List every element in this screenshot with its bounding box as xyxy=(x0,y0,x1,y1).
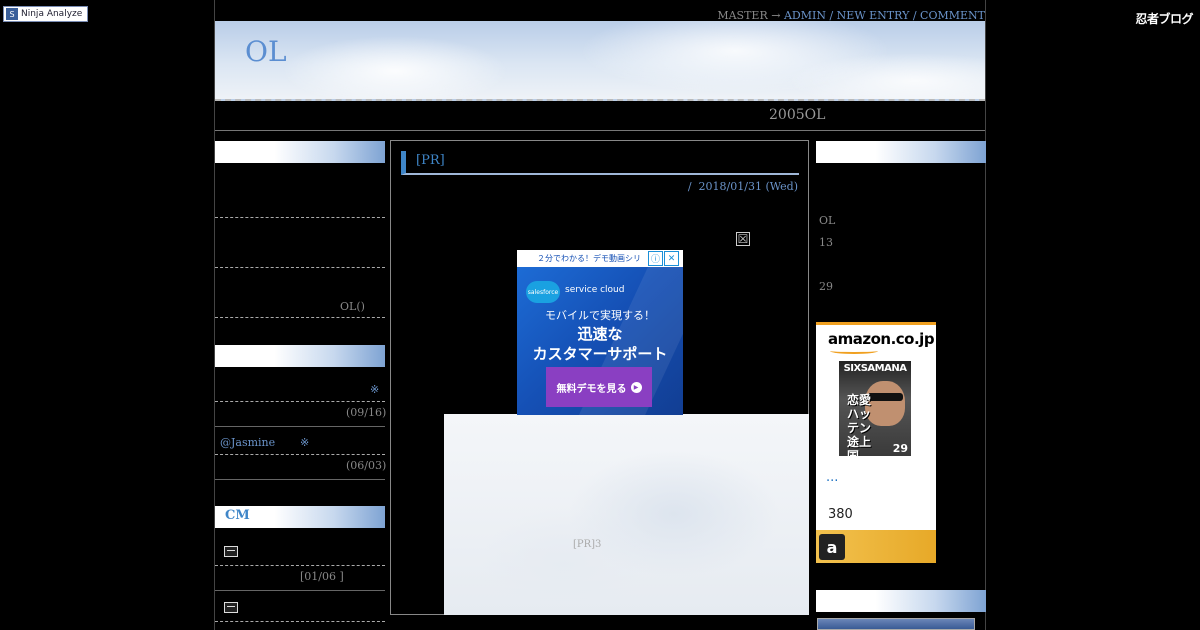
amazon-a-icon[interactable]: a xyxy=(819,534,845,560)
amazon-product-price: 380 xyxy=(828,507,853,522)
blog-page: MASTER → ADMIN / NEW ENTRY / COMMENT OL … xyxy=(214,0,986,630)
ad-headline-3: カスタマーサポート xyxy=(532,345,668,363)
divider xyxy=(215,590,385,591)
amazon-logo: amazon.co.jp xyxy=(828,330,935,348)
ad-top-text: ２分でわかる！デモ動画シリ xyxy=(537,254,641,263)
divider xyxy=(215,454,385,455)
ad-headline-1: モバイルで実現する！ xyxy=(545,309,655,322)
article-date[interactable]: 2018/01/31 (Wed) xyxy=(699,180,798,193)
close-icon[interactable]: ☒ xyxy=(736,232,750,246)
divider xyxy=(215,479,385,480)
article-image xyxy=(444,414,809,615)
left-section-text: OL() xyxy=(340,300,365,313)
cm-heading: CM xyxy=(225,508,250,523)
calendar-icon xyxy=(224,546,238,557)
blog-description: 2005OL xyxy=(769,107,826,123)
article-meta: / 2018/01/31 (Wed) xyxy=(688,180,798,193)
cover-title: 恋愛ハッテン途上国 xyxy=(847,393,872,456)
comment-mark[interactable]: ※ xyxy=(370,383,379,396)
ad-close-icon[interactable]: ✕ xyxy=(664,251,679,266)
divider xyxy=(215,267,385,268)
salesforce-ad[interactable]: ２分でわかる！デモ動画シリ ⓘ ✕ salesforce service clo… xyxy=(517,250,683,415)
amazon-product-title[interactable]: ... xyxy=(826,470,838,485)
cover-top-text: SIXSAMANA xyxy=(843,363,907,374)
book-cover-image[interactable]: SIXSAMANA 恋愛ハッテン途上国 29 xyxy=(839,361,911,456)
header-banner: OL xyxy=(215,21,985,101)
play-icon: ▶ xyxy=(630,381,642,393)
salesforce-logo: salesforce xyxy=(526,281,560,303)
amazon-smile-icon xyxy=(830,348,878,354)
cover-number: 29 xyxy=(892,442,908,455)
recent-comments-heading xyxy=(215,345,385,367)
article-title[interactable]: [PR] xyxy=(416,153,445,168)
ad-top-bar: ２分でわかる！デモ動画シリ ⓘ ✕ xyxy=(517,250,683,267)
divider xyxy=(215,621,385,622)
divider xyxy=(215,401,385,402)
ninja-analyze-badge[interactable]: S Ninja Analyze xyxy=(3,6,88,22)
right-panel-heading-1 xyxy=(816,141,986,163)
article-title-bar: [PR] xyxy=(401,151,799,175)
amazon-footer: a xyxy=(816,530,936,563)
divider xyxy=(215,426,385,427)
amazon-widget[interactable]: amazon.co.jp SIXSAMANA 恋愛ハッテン途上国 29 ... … xyxy=(816,322,936,563)
right-panel-heading-2 xyxy=(816,590,986,612)
left-panel-heading-1 xyxy=(215,141,385,163)
profile-text: OL xyxy=(819,214,836,227)
divider xyxy=(215,565,385,566)
ninja-blog-logo[interactable]: 忍者ブログ xyxy=(1135,10,1193,27)
ad-demo-button[interactable]: 無料デモを見る ▶ xyxy=(546,367,652,407)
article-meta-separator: / xyxy=(687,180,692,193)
ad-demo-label: 無料デモを見る xyxy=(556,383,627,395)
calendar-icon xyxy=(224,602,238,613)
blog-title[interactable]: OL xyxy=(245,35,287,68)
ad-headline-2: 迅速な xyxy=(577,325,623,343)
ad-info-icon[interactable]: ⓘ xyxy=(648,251,663,266)
comment-author-link[interactable]: @Jasmine xyxy=(220,436,275,449)
divider xyxy=(215,217,385,218)
cm-heading-bar: CM xyxy=(215,506,385,528)
ninja-analyze-icon: S xyxy=(6,8,18,20)
divider xyxy=(215,317,385,318)
profile-text: 13 xyxy=(819,236,833,249)
ad-brand: service cloud xyxy=(565,285,625,295)
article-pr-note: [PR]3 xyxy=(573,539,602,550)
description-bar: 2005OL xyxy=(215,103,985,131)
comment-date: (06/03) xyxy=(346,459,387,472)
cm-date: [01/06 ] xyxy=(300,570,344,583)
comment-mark[interactable]: ※ xyxy=(300,436,309,449)
comment-date: (09/16) xyxy=(346,406,387,419)
right-thumbnail[interactable] xyxy=(817,618,975,630)
profile-text: 29 xyxy=(819,280,833,293)
ninja-analyze-label: Ninja Analyze xyxy=(21,9,83,19)
